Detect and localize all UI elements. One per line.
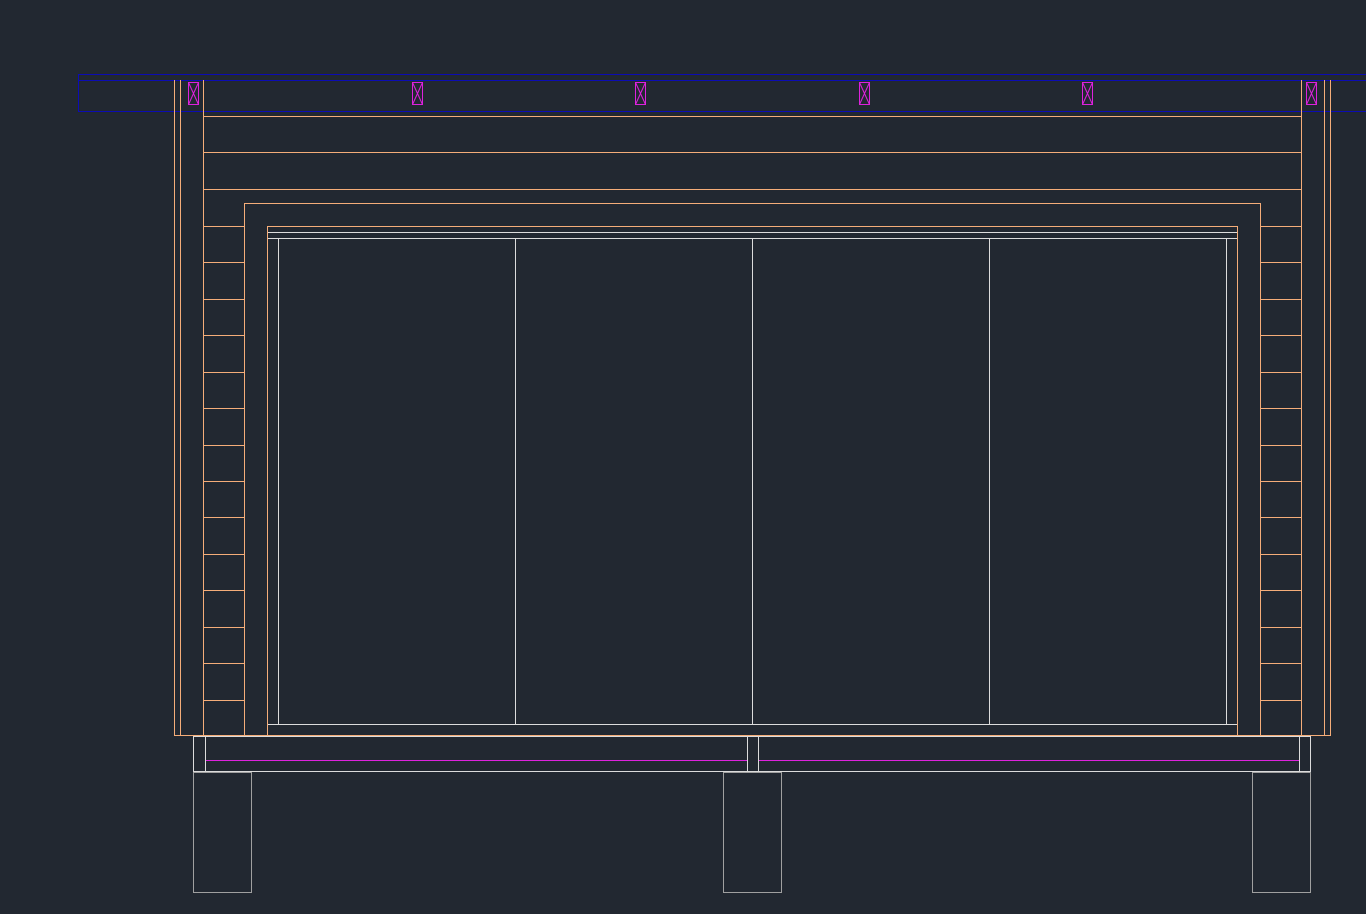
viewport-background — [0, 0, 1366, 914]
cad-drawing-viewport[interactable] — [0, 0, 1366, 914]
